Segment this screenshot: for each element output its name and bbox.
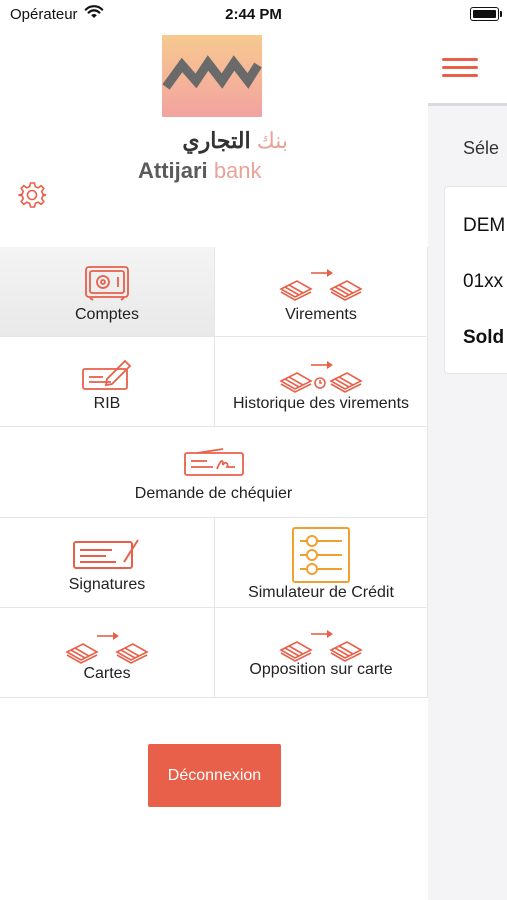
brand-latin: Attijari bank (138, 158, 262, 183)
menu-item-label: Signatures (68, 576, 146, 593)
menu-item-label: Simulateur de Crédit (248, 584, 394, 601)
menu-item-signatures[interactable]: Signatures (0, 518, 215, 608)
battery-icon (470, 7, 502, 21)
side-menu-drawer: بنك التجاري Attijari bank Comptes Vireme… (0, 30, 428, 900)
transfer-history-icon (279, 359, 363, 398)
attijari-logo-icon (162, 35, 262, 117)
money-transfer-icon (279, 267, 363, 306)
status-bar: Opérateur 2:44 PM (0, 0, 507, 30)
menu-item-historique-virements[interactable]: Historique des virements (215, 337, 428, 427)
menu-item-label: Demande de chéquier (134, 485, 293, 502)
logout-button[interactable]: Déconnexion (148, 744, 281, 807)
menu-item-label: Historique des virements (232, 395, 410, 412)
sliders-icon (292, 527, 350, 588)
menu-item-label: Comptes (74, 306, 140, 323)
menu-item-demande-chequier[interactable]: Demande de chéquier (0, 427, 428, 518)
account-balance: Sold (463, 327, 505, 348)
menu-item-simulateur-credit[interactable]: Simulateur de Crédit (215, 518, 428, 608)
signature-check-icon (72, 538, 142, 577)
safe-icon (84, 265, 130, 306)
menu-item-opposition-carte[interactable]: Opposition sur carte (215, 608, 428, 698)
money-transfer-icon (65, 630, 149, 669)
clock: 2:44 PM (225, 6, 282, 23)
accounts-screen: Séle DEM 01xx Sold (428, 30, 507, 900)
brand-arabic: بنك التجاري (182, 128, 288, 153)
menu-item-rib[interactable]: RIB (0, 337, 215, 427)
menu-item-label: Virements (285, 306, 357, 323)
account-holder: DEM (463, 215, 506, 236)
menu-item-virements[interactable]: Virements (215, 247, 428, 337)
account-select-label[interactable]: Séle (463, 138, 499, 159)
menu-item-label: Opposition sur carte (249, 661, 393, 678)
menu-item-cartes[interactable]: Cartes (0, 608, 215, 698)
check-edit-icon (81, 357, 133, 398)
account-card[interactable]: DEM 01xx Sold (444, 186, 507, 374)
checkbook-icon (183, 447, 245, 482)
menu-item-comptes[interactable]: Comptes (0, 247, 215, 337)
hamburger-menu-icon[interactable] (442, 58, 478, 78)
account-number: 01xx (463, 271, 504, 292)
menu-item-label: Cartes (83, 665, 131, 682)
gear-icon[interactable] (18, 181, 47, 209)
menu-item-label: RIB (93, 395, 121, 412)
accounts-header (428, 30, 507, 106)
